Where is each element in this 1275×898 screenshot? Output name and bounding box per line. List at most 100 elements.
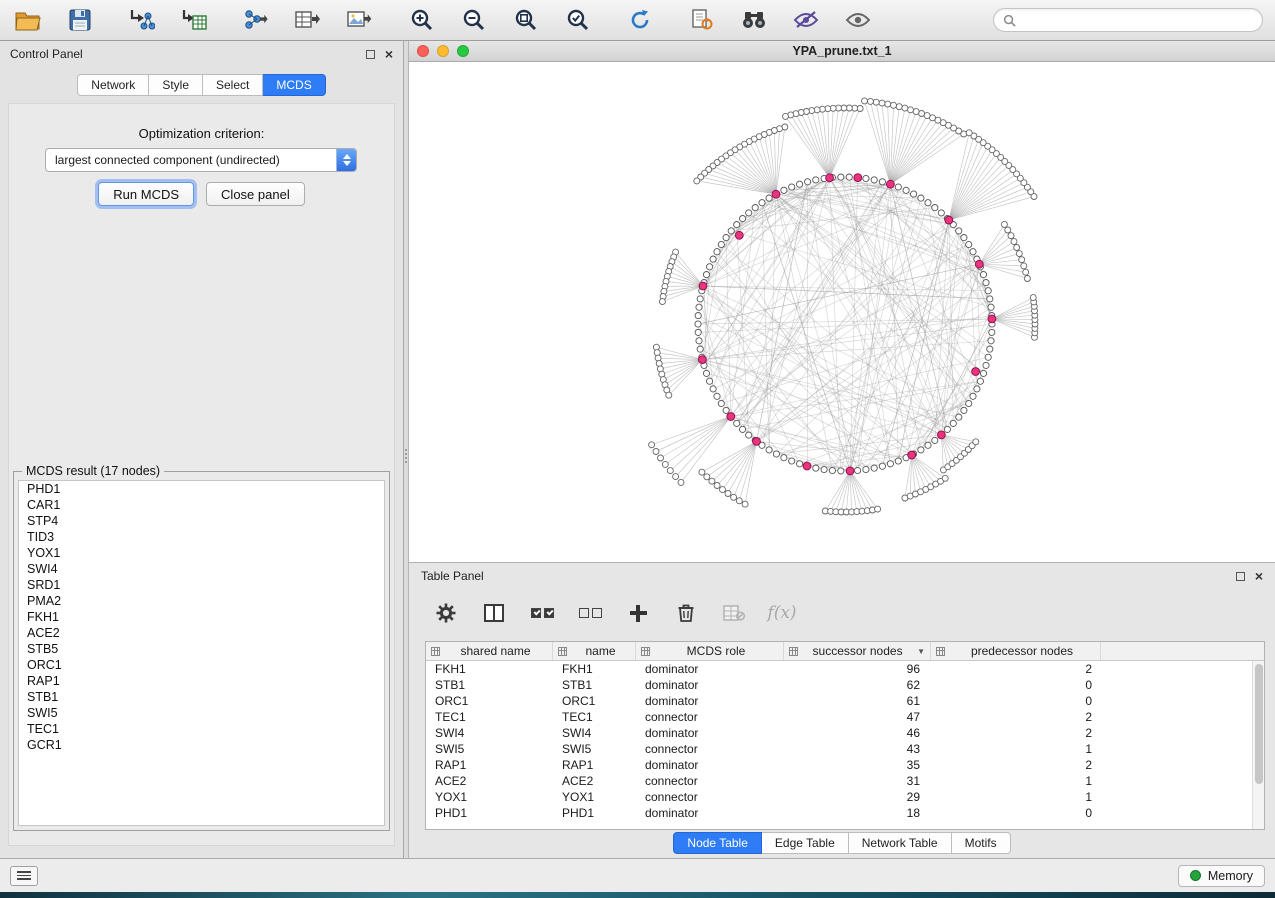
network-node[interactable]: [649, 442, 655, 448]
network-node[interactable]: [902, 105, 908, 111]
network-node[interactable]: [974, 386, 980, 392]
network-node[interactable]: [714, 393, 720, 399]
network-node[interactable]: [766, 195, 772, 201]
network-edge[interactable]: [949, 157, 1001, 220]
network-node[interactable]: [734, 420, 740, 426]
cell-shared-name[interactable]: RAP1: [426, 757, 553, 773]
network-edge[interactable]: [703, 179, 824, 287]
network-edge[interactable]: [949, 133, 969, 220]
network-node[interactable]: [891, 102, 897, 108]
network-edge[interactable]: [992, 319, 1035, 333]
first-neighbors-button[interactable]: [738, 5, 770, 35]
network-edge[interactable]: [776, 129, 780, 195]
zoom-in-button[interactable]: [406, 5, 438, 35]
network-node[interactable]: [944, 426, 950, 432]
network-node[interactable]: [789, 458, 795, 464]
network-node[interactable]: [925, 442, 931, 448]
import-network-button[interactable]: [126, 5, 158, 35]
column-header-name[interactable]: name: [553, 642, 636, 660]
network-node[interactable]: [1021, 263, 1027, 269]
mcds-result-item[interactable]: STB5: [19, 641, 384, 657]
network-node-dominator[interactable]: [735, 231, 743, 239]
network-node[interactable]: [985, 354, 991, 360]
network-node[interactable]: [742, 501, 748, 507]
network-node[interactable]: [718, 241, 724, 247]
run-mcds-button[interactable]: Run MCDS: [98, 182, 194, 206]
network-edge[interactable]: [762, 203, 850, 471]
network-node[interactable]: [1023, 269, 1029, 275]
mcds-result-item[interactable]: TID3: [19, 529, 384, 545]
cell-shared-name[interactable]: SWI5: [426, 741, 553, 757]
table-row[interactable]: SWI4SWI4dominator462: [426, 725, 1252, 741]
network-edge[interactable]: [663, 286, 703, 297]
cell-name[interactable]: SWI5: [553, 741, 636, 757]
tab-network[interactable]: Network: [77, 74, 149, 96]
network-node[interactable]: [987, 296, 993, 302]
cell-predecessor-nodes[interactable]: 1: [931, 773, 1101, 789]
cell-mcds-role[interactable]: connector: [636, 709, 784, 725]
network-node-dominator[interactable]: [772, 190, 780, 198]
network-node[interactable]: [696, 304, 702, 310]
network-node[interactable]: [1014, 245, 1020, 251]
cell-name[interactable]: ORC1: [553, 693, 636, 709]
column-header-shared-name[interactable]: shared name: [426, 642, 553, 660]
cell-name[interactable]: STB1: [553, 677, 636, 693]
cell-mcds-role[interactable]: connector: [636, 741, 784, 757]
cell-shared-name[interactable]: STB1: [426, 677, 553, 693]
network-node[interactable]: [862, 98, 868, 104]
network-node-dominator[interactable]: [826, 174, 834, 182]
network-node[interactable]: [970, 249, 976, 255]
network-node[interactable]: [707, 264, 713, 270]
cell-predecessor-nodes[interactable]: 0: [931, 805, 1101, 821]
cell-name[interactable]: PHD1: [553, 805, 636, 821]
network-node-dominator[interactable]: [803, 462, 811, 470]
tab-edge-table[interactable]: Edge Table: [762, 832, 849, 854]
cell-successor-nodes[interactable]: 47: [784, 709, 931, 725]
tab-select[interactable]: Select: [203, 74, 263, 96]
network-node[interactable]: [918, 195, 924, 201]
network-node[interactable]: [1030, 295, 1036, 301]
cell-shared-name[interactable]: SWI4: [426, 725, 553, 741]
network-node[interactable]: [838, 174, 844, 180]
network-node[interactable]: [966, 130, 972, 136]
network-node[interactable]: [797, 181, 803, 187]
network-edge[interactable]: [762, 203, 769, 450]
network-node[interactable]: [966, 241, 972, 247]
network-node[interactable]: [731, 494, 737, 500]
network-node[interactable]: [973, 439, 979, 445]
mcds-result-item[interactable]: SWI4: [19, 561, 384, 577]
table-row[interactable]: TEC1TEC1connector472: [426, 709, 1252, 725]
network-node[interactable]: [863, 466, 869, 472]
network-node[interactable]: [867, 98, 873, 104]
cell-predecessor-nodes[interactable]: 2: [931, 757, 1101, 773]
network-node[interactable]: [1016, 251, 1022, 257]
network-edge[interactable]: [739, 441, 756, 500]
mcds-result-item[interactable]: CAR1: [19, 497, 384, 513]
network-node-dominator[interactable]: [945, 216, 953, 224]
network-edge[interactable]: [890, 131, 958, 184]
network-node[interactable]: [718, 400, 724, 406]
network-node[interactable]: [1011, 239, 1017, 245]
network-edge[interactable]: [717, 441, 756, 485]
network-node[interactable]: [697, 296, 703, 302]
close-panel-icon[interactable]: ×: [385, 49, 393, 59]
cell-successor-nodes[interactable]: 35: [784, 757, 931, 773]
mcds-result-item[interactable]: RAP1: [19, 673, 384, 689]
network-edge[interactable]: [776, 127, 785, 194]
network-node[interactable]: [875, 506, 881, 512]
network-edge[interactable]: [698, 316, 850, 471]
delete-column-button[interactable]: [673, 600, 699, 626]
cell-name[interactable]: ACE2: [553, 773, 636, 789]
float-table-panel-icon[interactable]: [1236, 572, 1245, 581]
mcds-result-list[interactable]: PHD1CAR1STP4TID3YOX1SWI4SRD1PMA2FKH1ACE2…: [18, 480, 385, 826]
mcds-result-item[interactable]: PHD1: [19, 481, 384, 497]
network-edge[interactable]: [652, 417, 731, 445]
network-edge[interactable]: [745, 441, 756, 504]
network-node[interactable]: [805, 179, 811, 185]
network-node[interactable]: [987, 346, 993, 352]
copy-document-button[interactable]: [686, 5, 718, 35]
cell-mcds-role[interactable]: dominator: [636, 805, 784, 821]
splitter-handle-icon[interactable]: [405, 449, 407, 463]
zoom-out-button[interactable]: [458, 5, 490, 35]
task-history-button[interactable]: [10, 866, 38, 886]
